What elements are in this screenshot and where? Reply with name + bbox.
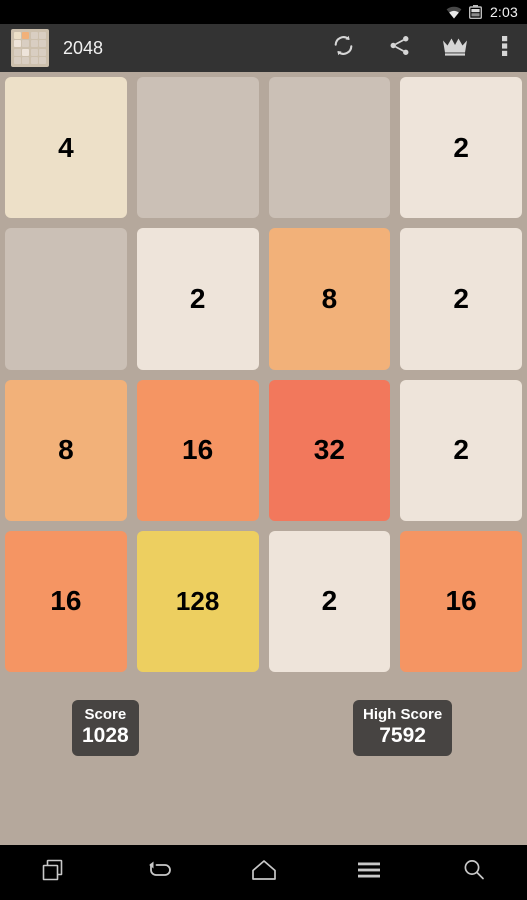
battery-icon xyxy=(468,5,482,19)
hamburger-menu-icon xyxy=(356,860,382,885)
score-box: Score 1028 xyxy=(72,700,139,756)
more-vertical-icon xyxy=(502,34,508,63)
app-icon-cell xyxy=(39,32,46,39)
refresh-icon xyxy=(331,33,356,63)
tile-value: 8 xyxy=(321,282,338,314)
board-tile: 2 xyxy=(400,379,522,521)
board-tile xyxy=(268,77,391,219)
app-icon-cell xyxy=(30,57,38,64)
app-icon-cell xyxy=(14,57,21,64)
tile-value: 128 xyxy=(175,586,220,617)
tile-value: 2 xyxy=(321,585,338,617)
overflow-menu-button[interactable] xyxy=(483,24,527,72)
app-screen: 2:03 2048 4 2 2 8 2 8 16 32 2 16 128 2 1… xyxy=(0,0,527,900)
back-button[interactable] xyxy=(105,845,210,900)
restart-button[interactable] xyxy=(315,24,371,72)
board-tile: 16 xyxy=(5,530,127,672)
high-score-label: High Score xyxy=(363,706,443,723)
high-score-value: 7592 xyxy=(379,724,426,747)
recents-button[interactable] xyxy=(0,845,105,900)
app-icon-cell xyxy=(14,32,21,39)
board-tile: 128 xyxy=(136,530,259,672)
tile-value: 2 xyxy=(453,434,469,466)
tile-value: 2 xyxy=(453,131,469,163)
system-navigation-bar xyxy=(0,845,527,900)
board-tile: 2 xyxy=(400,228,522,370)
app-icon-2048-board[interactable] xyxy=(11,29,49,67)
tile-value: 16 xyxy=(445,585,477,617)
board-tile: 8 xyxy=(268,228,391,370)
share-button[interactable] xyxy=(371,24,427,72)
score-row: Score 1028 High Score 7592 xyxy=(0,700,527,770)
app-icon-cell xyxy=(22,32,30,39)
app-title: 2048 xyxy=(63,37,104,58)
board-tile: 32 xyxy=(268,379,391,521)
app-icon-cell xyxy=(14,48,21,56)
score-value: 1028 xyxy=(82,724,129,747)
score-label: Score xyxy=(84,706,127,723)
tile-value: 4 xyxy=(58,131,74,163)
home-button[interactable] xyxy=(211,845,316,900)
crown-icon xyxy=(441,34,469,62)
app-toolbar: 2048 xyxy=(0,24,527,72)
search-button[interactable] xyxy=(422,845,527,900)
status-bar-clock: 2:03 xyxy=(489,4,518,20)
wifi-icon xyxy=(446,6,462,19)
app-icon-cell xyxy=(14,40,21,48)
home-icon xyxy=(250,858,278,888)
status-bar: 2:03 xyxy=(0,0,527,24)
board-tile: 4 xyxy=(5,77,127,219)
app-icon-cell xyxy=(39,57,46,64)
leaderboard-button[interactable] xyxy=(427,24,483,72)
board-tile: 8 xyxy=(5,379,127,521)
app-icon-cell xyxy=(22,57,30,64)
app-icon-cell xyxy=(30,40,38,48)
app-icon-cell xyxy=(22,48,30,56)
tile-value: 16 xyxy=(182,434,214,466)
board-tile: 2 xyxy=(400,77,522,219)
app-icon-cell xyxy=(30,48,38,56)
board-tile: 16 xyxy=(136,379,259,521)
high-score-box: High Score 7592 xyxy=(353,700,453,756)
tile-value: 2 xyxy=(453,282,469,314)
tile-value: 2 xyxy=(189,282,206,314)
app-icon-cell xyxy=(39,40,46,48)
app-icon-cell xyxy=(22,40,30,48)
tile-value: 8 xyxy=(58,434,74,466)
game-board-grid[interactable]: 4 2 2 8 2 8 16 32 2 16 128 2 16 xyxy=(5,77,522,672)
board-tile xyxy=(5,228,127,370)
board-tile: 2 xyxy=(268,530,391,672)
share-icon xyxy=(387,33,412,63)
app-icon-cell xyxy=(30,32,38,39)
game-area[interactable]: 4 2 2 8 2 8 16 32 2 16 128 2 16 Score 10… xyxy=(0,72,527,845)
app-icon-cell xyxy=(39,48,46,56)
recents-icon xyxy=(40,857,66,888)
board-tile xyxy=(136,77,259,219)
tile-value: 16 xyxy=(50,585,82,617)
menu-button[interactable] xyxy=(316,845,421,900)
tile-value: 32 xyxy=(313,434,345,466)
board-tile: 16 xyxy=(400,530,522,672)
board-tile: 2 xyxy=(136,228,259,370)
back-arrow-icon xyxy=(144,858,172,887)
search-icon xyxy=(461,857,487,888)
toolbar-actions xyxy=(315,24,527,72)
